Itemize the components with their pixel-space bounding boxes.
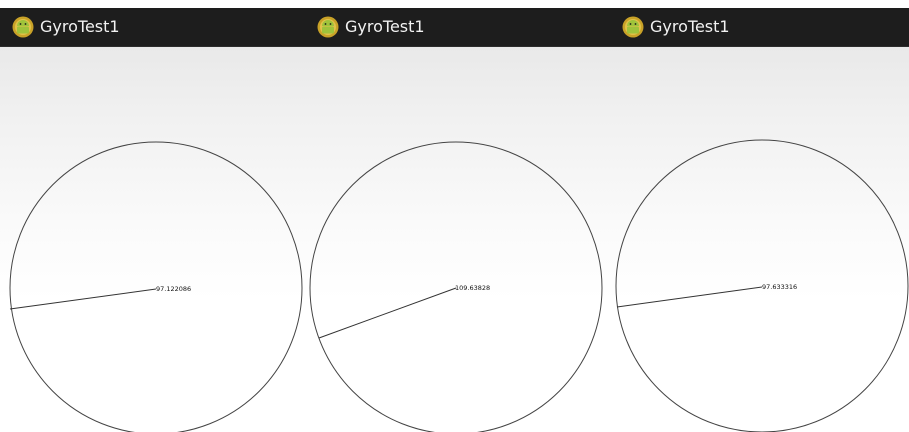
heading-dial: 97.633316 <box>615 139 909 432</box>
heading-value: 97.633316 <box>762 283 797 291</box>
app-screen-3: GyroTest1 97.633316 <box>610 0 909 432</box>
heading-dial: 109.63828 <box>309 141 603 432</box>
screenshot-strip: GyroTest1 97.122086 GyroTest1 109.63828 <box>0 0 909 432</box>
heading-needle <box>318 287 457 339</box>
app-screen-2: GyroTest1 109.63828 <box>305 0 610 432</box>
heading-needle <box>616 286 763 308</box>
heading-dial: 97.122086 <box>9 141 303 432</box>
heading-needle <box>9 288 157 310</box>
app-screen-1: GyroTest1 97.122086 <box>0 0 305 432</box>
heading-value: 109.63828 <box>455 284 490 292</box>
heading-value: 97.122086 <box>156 285 191 293</box>
